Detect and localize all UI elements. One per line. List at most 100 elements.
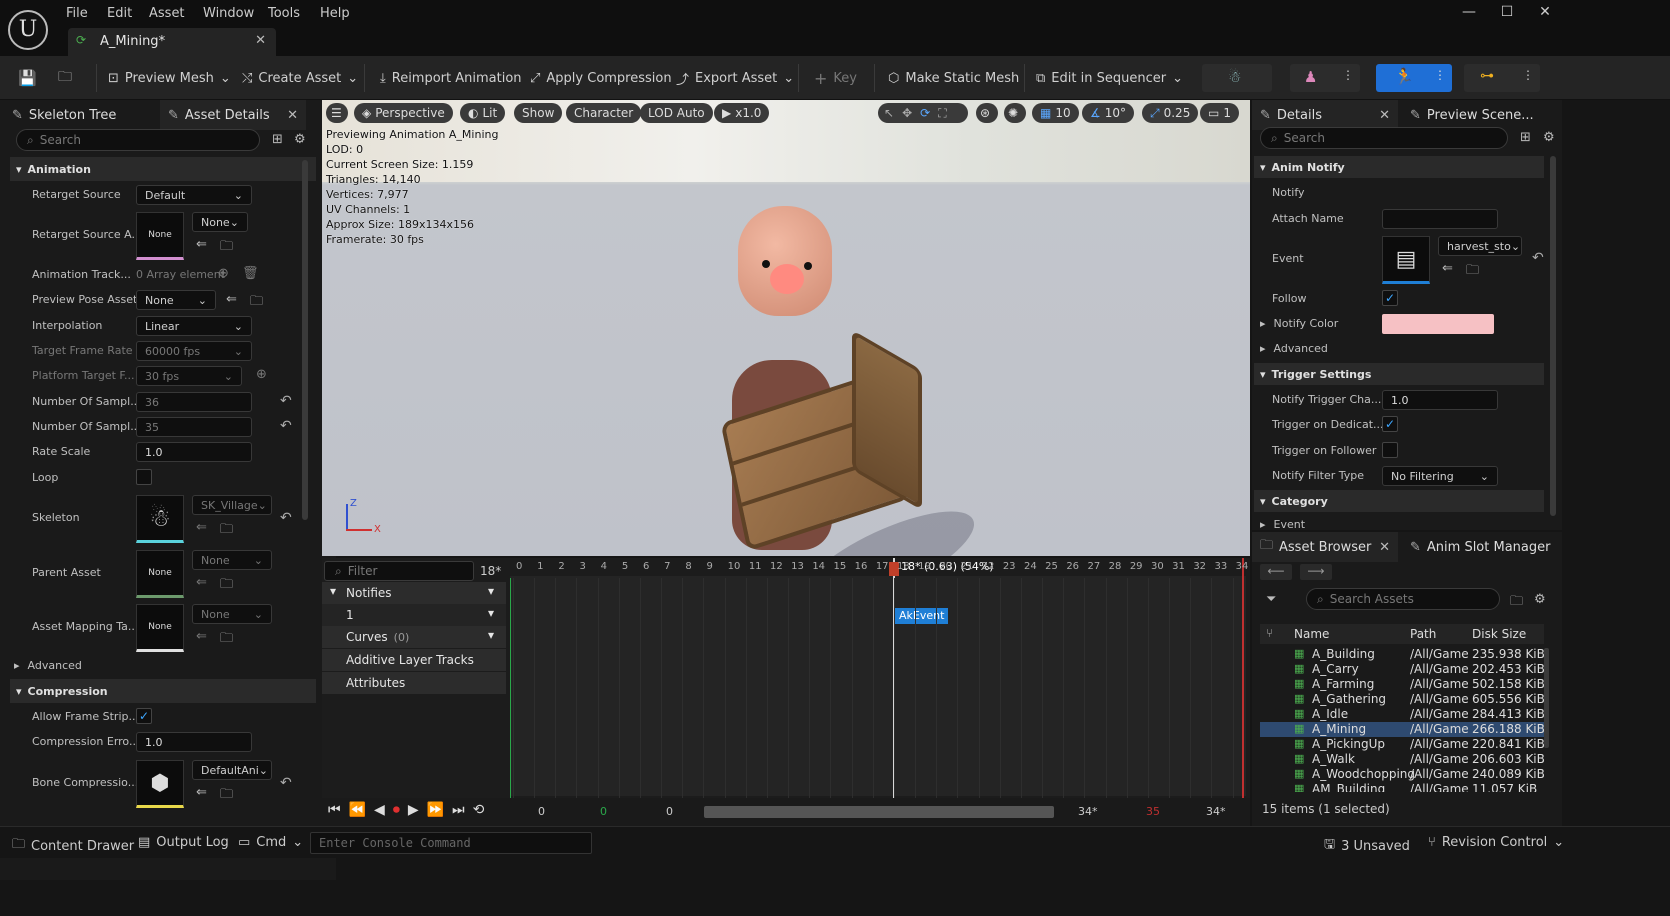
parent-asset-dropdown[interactable]: None ⌄	[192, 550, 272, 570]
use-selected-icon[interactable]: ⇐	[196, 575, 207, 590]
asset-row[interactable]: ▦ A_Building/All/Game 235.938 KiB	[1260, 647, 1544, 662]
range-start-field[interactable]: 0	[538, 805, 545, 818]
close-window-button[interactable]: ✕	[1530, 4, 1560, 26]
notify-color-expander[interactable]: ▸ Notify Color	[1260, 317, 1338, 330]
timeline-range-scrollbar[interactable]	[704, 806, 1054, 818]
view-end-field[interactable]: 34*	[1078, 805, 1098, 818]
make-static-mesh-button[interactable]: ⬡ Make Static Mesh	[888, 64, 1019, 92]
asset-row[interactable]: ▦ A_Mining/All/Game 266.188 KiB	[1260, 722, 1544, 737]
section-trigger-settings[interactable]: ▾ Trigger Settings	[1254, 363, 1544, 385]
asset-row[interactable]: ▦ A_Carry/All/Game 202.453 KiB	[1260, 662, 1544, 677]
event-dropdown[interactable]: harvest_sto ⌄	[1438, 236, 1522, 256]
close-tab-icon[interactable]: ✕	[1379, 540, 1390, 555]
reset-arrow-icon[interactable]: ↶	[280, 393, 292, 409]
settings-gear-icon[interactable]: ⚙	[1534, 592, 1546, 607]
browse-folder-icon[interactable]: 🗀	[220, 520, 233, 542]
search-input[interactable]: ⌕ Search	[16, 129, 260, 151]
character-button[interactable]: Character	[566, 103, 642, 123]
browse-folder-icon[interactable]: 🗀	[220, 237, 233, 259]
reset-arrow-icon[interactable]: ↶	[1532, 250, 1544, 266]
bone-compression-dropdown[interactable]: DefaultAni ⌄	[192, 760, 272, 780]
more-options-icon[interactable]: ⋮	[1522, 68, 1534, 82]
console-command-input[interactable]: Enter Console Command	[310, 832, 592, 854]
tab-details[interactable]: ✎ Details ✕	[1252, 100, 1398, 130]
export-asset-button[interactable]: ⤴ Export Asset ⌄	[676, 64, 794, 92]
local-space-button[interactable]: ⊛	[976, 103, 998, 123]
skeleton-dropdown[interactable]: SK_Village ⌄	[192, 495, 272, 515]
preview-pose-dropdown[interactable]: None ⌄	[136, 290, 216, 310]
menu-window[interactable]: Window	[203, 6, 254, 21]
apply-compression-button[interactable]: ⤢ Apply Compression	[530, 64, 672, 92]
notifies-track[interactable]: ▾ Notifies ▾	[322, 582, 506, 604]
animation-mode-button[interactable]: 🏃 ⋮	[1376, 64, 1452, 92]
advanced-expander[interactable]: ▸ Advanced	[14, 659, 82, 672]
interpolation-dropdown[interactable]: Linear ⌄	[136, 316, 252, 336]
category-event-expander[interactable]: ▸ Event	[1260, 518, 1305, 531]
content-drawer-button[interactable]: 🗀 Content Drawer	[12, 835, 134, 857]
add-element-icon[interactable]: ⊕	[256, 367, 267, 382]
target-frame-rate-dropdown[interactable]: 60000 fps ⌄	[136, 341, 252, 361]
move-icon[interactable]: ✥	[902, 106, 912, 120]
advanced-expander[interactable]: ▸ Advanced	[1260, 342, 1328, 355]
asset-list-scrollbar[interactable]	[1544, 648, 1549, 748]
asset-row[interactable]: ▦ AM_Building/All/Game 11.057 KiB	[1260, 782, 1544, 792]
menu-file[interactable]: File	[66, 6, 88, 21]
column-options-icon[interactable]: ⑂	[1266, 626, 1273, 640]
use-selected-icon[interactable]: ⇐	[196, 785, 207, 800]
column-path[interactable]: Path	[1410, 627, 1436, 641]
asset-row[interactable]: ▦ A_Woodchopping/All/Game 240.089 KiB	[1260, 767, 1544, 782]
step-back-icon[interactable]: ⏪	[349, 802, 366, 818]
view-start-field[interactable]: 0	[666, 805, 673, 818]
rotate-icon[interactable]: ⟳	[920, 106, 930, 120]
rate-scale-input[interactable]: 1.0	[136, 442, 252, 462]
skip-to-end-icon[interactable]: ⏭	[452, 802, 465, 818]
perspective-button[interactable]: ◈ Perspective	[354, 103, 453, 123]
reimport-animation-button[interactable]: ⤓ Reimport Animation	[380, 64, 522, 92]
browse-folder-icon[interactable]: 🗀	[220, 785, 233, 807]
settings-gear-icon[interactable]: ⚙	[1543, 130, 1555, 145]
use-selected-icon[interactable]: ⇐	[226, 292, 237, 307]
section-compression[interactable]: ▾ Compression	[10, 679, 316, 703]
viewport-menu-button[interactable]: ☰	[326, 103, 348, 123]
loop-icon[interactable]: ⟲	[473, 802, 485, 818]
menu-edit[interactable]: Edit	[107, 6, 132, 21]
play-forward-icon[interactable]: ▶	[408, 802, 419, 818]
angle-snap-button[interactable]: ∡ 10°	[1082, 103, 1135, 123]
camera-speed-button[interactable]: ▭ 1	[1200, 103, 1239, 123]
section-animation[interactable]: ▾ Animation	[10, 157, 316, 181]
add-element-icon[interactable]: ⊕	[218, 266, 229, 281]
trigger-dedicated-checkbox[interactable]: ✓	[1382, 416, 1398, 432]
reset-arrow-icon[interactable]: ↶	[280, 510, 292, 526]
notify-event-marker[interactable]: AkEvent	[894, 608, 949, 624]
lod-button[interactable]: LOD Auto	[640, 103, 713, 123]
range-end-field[interactable]: 34*	[1206, 805, 1226, 818]
tab-preview-scene[interactable]: ✎ Preview Scene...	[1402, 100, 1542, 130]
preview-viewport[interactable]: ☰ ◈ Perspective ◐ Lit Show Character LOD A…	[322, 100, 1250, 556]
details-search-input[interactable]: ⌕ Search	[1260, 127, 1508, 149]
preview-mesh-button[interactable]: ⊡ Preview Mesh ⌄	[108, 64, 231, 92]
blueprint-mode-button[interactable]: ⊶ ⋮	[1464, 64, 1540, 92]
browse-folder-icon[interactable]: 🗀	[220, 575, 233, 597]
select-arrow-icon[interactable]: ↖	[884, 106, 894, 120]
filter-type-dropdown[interactable]: No Filtering ⌄	[1382, 466, 1498, 486]
trigger-chance-input[interactable]: 1.0	[1382, 390, 1498, 410]
asset-search-input[interactable]: ⌕ Search Assets	[1306, 588, 1500, 610]
use-selected-icon[interactable]: ⇐	[1442, 261, 1453, 276]
retarget-source-asset-dropdown[interactable]: None ⌄	[192, 212, 248, 232]
edit-in-sequencer-button[interactable]: ⧉ Edit in Sequencer ⌄	[1036, 64, 1183, 92]
asset-row[interactable]: ▦ A_Idle/All/Game 284.413 KiB	[1260, 707, 1544, 722]
step-forward-icon[interactable]: ⏩	[427, 802, 444, 818]
lit-button[interactable]: ◐ Lit	[460, 103, 506, 123]
mesh-mode-button[interactable]: ♟ ⋮	[1290, 64, 1360, 92]
scale-snap-button[interactable]: ⤢ 0.25	[1142, 103, 1199, 123]
menu-help[interactable]: Help	[320, 6, 350, 21]
unsaved-button[interactable]: 🖫 3 Unsaved	[1324, 835, 1410, 857]
timeline-grid[interactable]	[510, 576, 1246, 796]
reset-arrow-icon[interactable]: ↶	[280, 418, 292, 434]
details-scrollbar[interactable]	[1550, 156, 1556, 516]
skip-to-start-icon[interactable]: ⏮	[328, 802, 341, 818]
asset-row[interactable]: ▦ A_Farming/All/Game 502.158 KiB	[1260, 677, 1544, 692]
left-panel-scrollbar[interactable]	[302, 160, 308, 520]
reset-arrow-icon[interactable]: ↶	[280, 775, 292, 791]
key-button[interactable]: + Key	[814, 64, 857, 92]
